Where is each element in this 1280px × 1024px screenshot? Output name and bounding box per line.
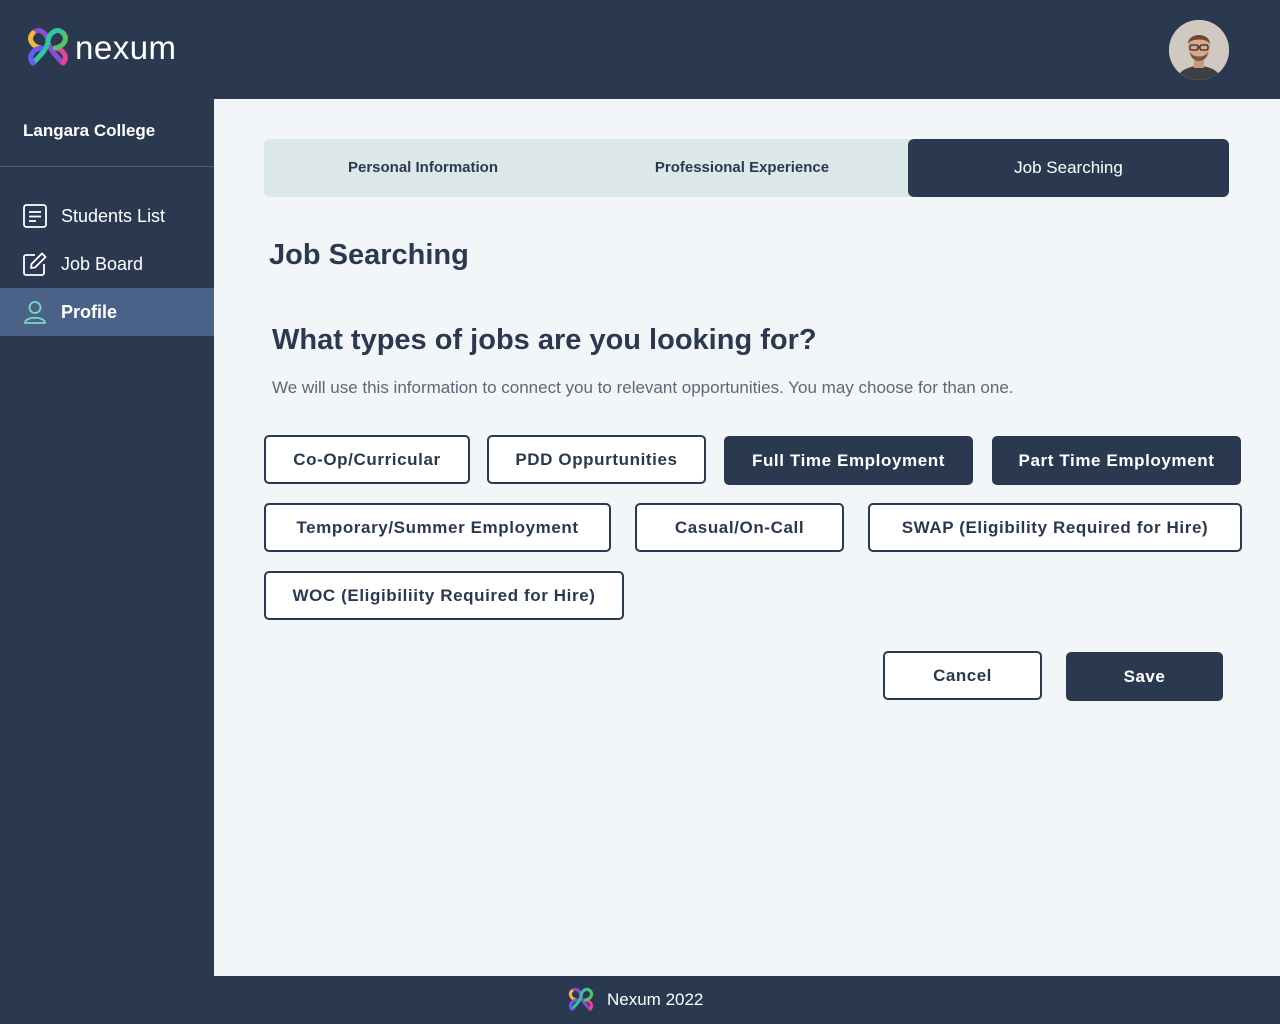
job-type-casual-on-call[interactable]: Casual/On-Call	[635, 503, 844, 552]
tab-professional-experience[interactable]: Professional Experience	[582, 139, 902, 197]
brand-logo[interactable]: nexum	[25, 25, 177, 71]
job-type-woc[interactable]: WOC (Eligibiliity Required for Hire)	[264, 571, 624, 620]
list-icon	[23, 204, 47, 228]
helper-text: We will use this information to connect …	[272, 378, 1014, 397]
sidebar-item-students-list[interactable]: Students List	[0, 192, 214, 240]
main-content: Personal Information Professional Experi…	[214, 99, 1280, 976]
top-bar: nexum	[0, 0, 1280, 99]
job-type-swap[interactable]: SWAP (Eligibility Required for Hire)	[868, 503, 1242, 552]
footer: Nexum 2022	[0, 976, 1280, 1024]
nexum-logo-icon	[28, 28, 68, 66]
footer-text: Nexum 2022	[607, 990, 704, 1009]
sidebar-item-label: Job Board	[61, 254, 144, 274]
job-type-part-time[interactable]: Part Time Employment	[992, 436, 1241, 485]
user-icon	[24, 301, 46, 324]
tab-personal-information[interactable]: Personal Information	[264, 139, 582, 197]
sidebar-divider	[0, 166, 214, 167]
sidebar-item-profile[interactable]: Profile	[0, 288, 214, 336]
avatar-image	[1169, 20, 1229, 80]
nexum-logo-icon	[568, 987, 594, 1011]
edit-icon	[23, 252, 47, 276]
cancel-button[interactable]: Cancel	[883, 651, 1042, 700]
save-button[interactable]: Save	[1066, 652, 1223, 701]
user-avatar[interactable]	[1169, 20, 1229, 80]
page-title: Job Searching	[269, 239, 469, 271]
tab-job-searching[interactable]: Job Searching	[908, 139, 1229, 197]
profile-tabs: Personal Information Professional Experi…	[264, 139, 1229, 197]
question-heading: What types of jobs are you looking for?	[272, 324, 817, 356]
job-type-pdd-oppurtunities[interactable]: PDD Oppurtunities	[487, 435, 706, 484]
brand-name: nexum	[75, 29, 177, 66]
job-type-temporary-summer[interactable]: Temporary/Summer Employment	[264, 503, 611, 552]
sidebar: Langara College Students List Job Board …	[0, 99, 214, 976]
job-type-coop-curricular[interactable]: Co-Op/Curricular	[264, 435, 470, 484]
org-name: Langara College	[23, 121, 156, 140]
sidebar-item-label: Profile	[61, 302, 118, 322]
job-type-full-time[interactable]: Full Time Employment	[724, 436, 973, 485]
footer-brand: Nexum 2022	[567, 986, 703, 1014]
sidebar-item-job-board[interactable]: Job Board	[0, 240, 214, 288]
sidebar-item-label: Students List	[61, 206, 166, 226]
